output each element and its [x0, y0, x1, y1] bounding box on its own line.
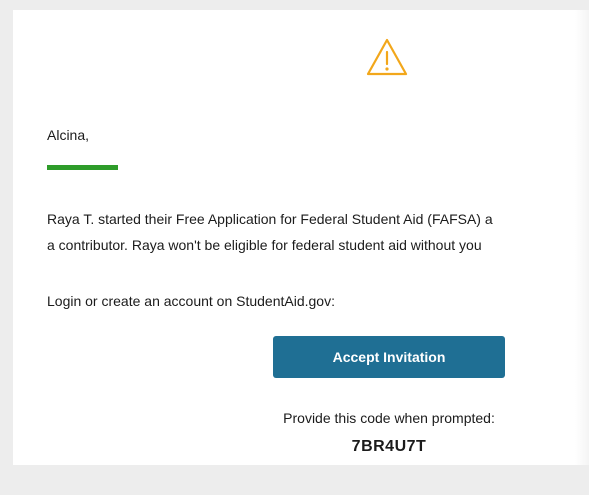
accept-invitation-button[interactable]: Accept Invitation	[273, 336, 505, 378]
invitation-message: Raya T. started their Free Application f…	[47, 206, 589, 258]
message-line-1: Raya T. started their Free Application f…	[47, 211, 493, 227]
code-prompt: Provide this code when prompted:	[283, 410, 495, 426]
card-edge-fade	[575, 10, 589, 465]
message-line-2: a contributor. Raya won't be eligible fo…	[47, 237, 482, 253]
accent-divider	[47, 165, 118, 170]
email-card: Alcina, Raya T. started their Free Appli…	[13, 10, 589, 465]
invitation-code: 7BR4U7T	[351, 438, 427, 455]
warning-triangle-icon	[366, 38, 408, 76]
greeting: Alcina,	[47, 127, 90, 143]
login-instruction: Login or create an account on StudentAid…	[47, 293, 335, 309]
email-viewport: { "email": { "icon": "warning-triangle-i…	[0, 0, 589, 495]
